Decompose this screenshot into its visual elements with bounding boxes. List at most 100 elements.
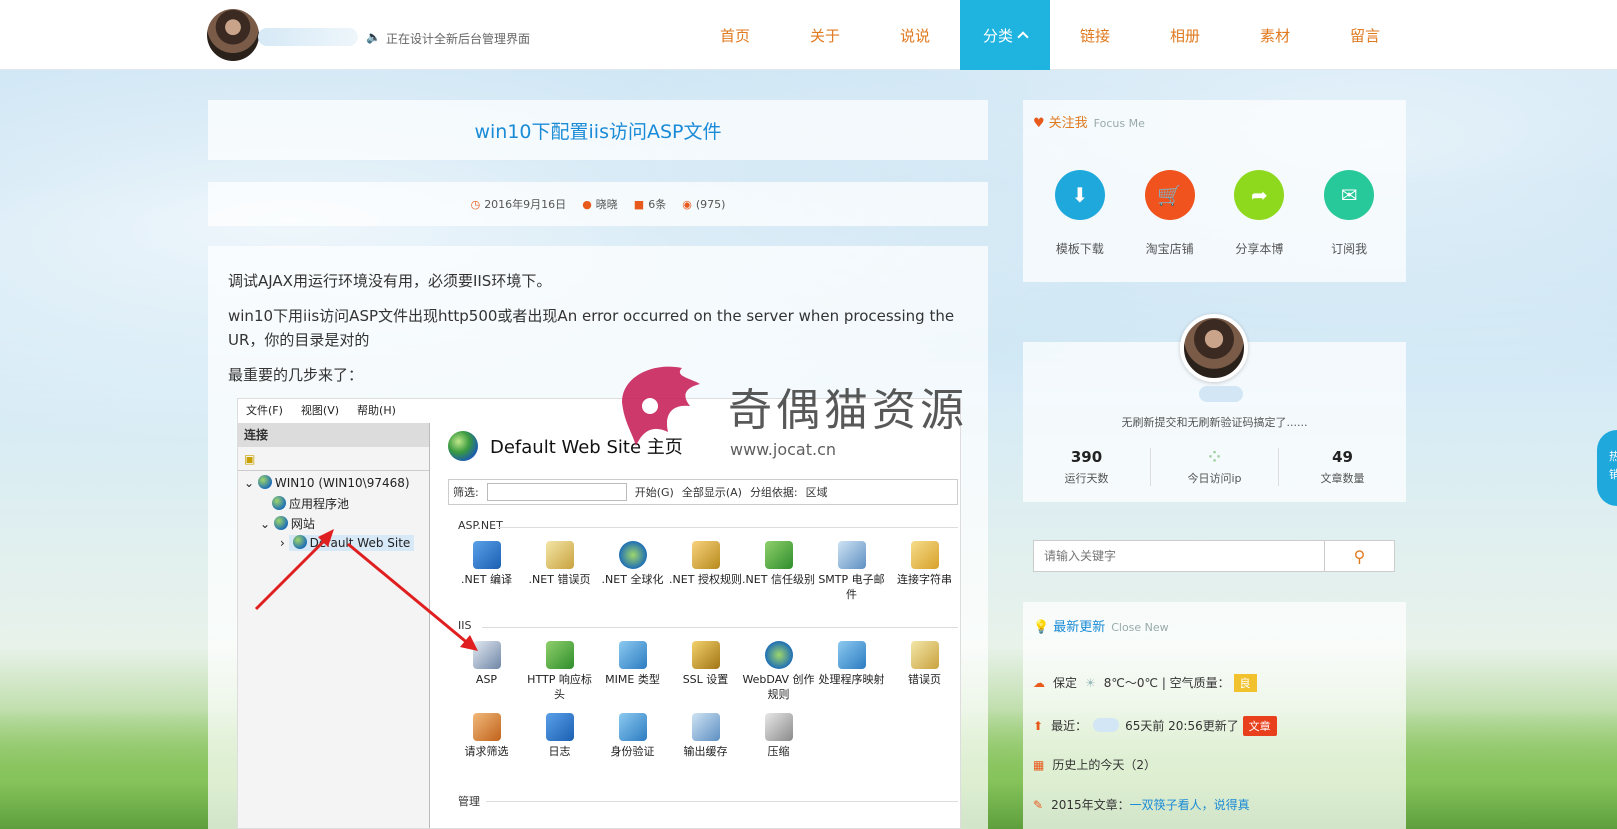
post-meta: ◷ 2016年9月16日 ● 晓晓 ■ 6条 ◉ (975) (208, 182, 988, 226)
post-title[interactable]: win10下配置iis访问ASP文件 (474, 117, 721, 144)
chevron-up-icon (1017, 31, 1029, 43)
search-icon: ⚲ (1353, 546, 1366, 566)
search-input[interactable] (1034, 541, 1324, 571)
eye-icon: ◉ (682, 197, 692, 211)
follow-subtitle: Focus Me (1093, 117, 1145, 130)
stat-visits: ⁘ 今日访问ip (1151, 448, 1279, 486)
calendar-icon: ▦ (1033, 758, 1045, 772)
air-quality-badge: 良 (1233, 674, 1257, 692)
iis-screenshot: 文件(F) 视图(V) 帮助(H) 连接 ▣ ⌄ WIN10 (WIN10\97… (237, 398, 961, 829)
heart-icon: ♥ (1033, 116, 1045, 131)
recent-row: ⬆ 最近： 65天前 20:56更新了 文章 (1033, 716, 1277, 736)
stat-days-num: 390 (1070, 448, 1103, 466)
cloud-icon: ☁ (1033, 676, 1045, 690)
updates-widget: 💡 最新更新 Close New ☁ 保定 ☀ 8℃～0℃ | 空气质量： 良 ⬆ 最近： 6… (1023, 602, 1406, 829)
follow-download[interactable]: ⬇ 模板下载 (1040, 170, 1120, 257)
updates-title: 💡 最新更新 Close New (1033, 616, 1169, 635)
search-button[interactable]: ⚲ (1324, 541, 1394, 571)
post-author[interactable]: ● 晓晓 (582, 196, 618, 212)
recent-badge[interactable]: 文章 (1242, 716, 1277, 736)
post-title-panel: win10下配置iis访问ASP文件 (208, 100, 988, 160)
follow-taobao-label: 淘宝店铺 (1145, 242, 1194, 256)
edit-icon: ✎ (1033, 798, 1044, 812)
follow-title: ♥ 关注我 Focus Me (1033, 112, 1145, 131)
share-icon: ➦ (1234, 170, 1285, 220)
weather-city: 保定 (1053, 676, 1078, 690)
floating-side-tab[interactable]: 热 销 (1597, 430, 1617, 506)
nav-material[interactable]: 素材 (1230, 0, 1320, 70)
stat-days: 390 运行天数 (1023, 448, 1151, 486)
follow-widget: ♥ 关注我 Focus Me ⬇ 模板下载 🛒 淘宝店铺 ➦ 分享本博 ✉ 订阅我 (1023, 100, 1406, 282)
cart-icon: 🛒 (1144, 170, 1195, 220)
paragraph: win10下用iis访问ASP文件出现http500或者出现An error o… (228, 307, 955, 349)
float-tab-line: 热 (1609, 450, 1617, 463)
updates-subtitle: Close New (1111, 621, 1169, 634)
recent-prefix: 最近： (1051, 719, 1088, 733)
post-date-text: 2016年9月16日 (484, 198, 567, 211)
post-comments[interactable]: ■ 6条 (634, 196, 666, 212)
stat-articles: 49 文章数量 (1279, 448, 1406, 486)
follow-subscribe-label: 订阅我 (1331, 242, 1368, 256)
comment-icon: ■ (633, 198, 645, 211)
year-prefix: 2015年文章： (1051, 798, 1130, 812)
follow-title-text: 关注我 (1048, 116, 1088, 131)
history-row[interactable]: ▦ 历史上的今天（2） (1033, 756, 1156, 773)
follow-download-label: 模板下载 (1055, 242, 1104, 256)
watermark-text: 奇偶猫资源 (728, 385, 968, 436)
post-date: ◷ 2016年9月16日 (471, 196, 567, 212)
post-views: ◉ (975) (682, 198, 725, 211)
history-text: 历史上的今天（2） (1052, 758, 1156, 772)
year-row: ✎ 2015年文章：一双筷子看人，说得真 (1033, 796, 1250, 813)
search-box: ⚲ (1033, 540, 1395, 572)
blurred-site-name (258, 28, 358, 46)
float-tab-line: 销 (1609, 467, 1617, 481)
weather-icon: ☀ (1085, 676, 1096, 690)
stat-articles-label: 文章数量 (1320, 472, 1365, 485)
weather-row: ☁ 保定 ☀ 8℃～0℃ | 空气质量： 良 (1033, 674, 1257, 692)
site-avatar[interactable] (207, 9, 259, 61)
nav-category-label: 分类 (982, 26, 1013, 45)
profile-avatar[interactable] (1180, 314, 1248, 382)
arrow-line (347, 542, 471, 647)
follow-share[interactable]: ➦ 分享本博 (1219, 170, 1299, 257)
stat-days-label: 运行天数 (1064, 472, 1109, 485)
top-navbar: 🔈 正在设计全新后台管理界面 首页 关于 说说 分类 链接 相册 素材 留言 (0, 0, 1617, 70)
nav-about[interactable]: 关于 (780, 0, 870, 70)
red-arrows (254, 529, 478, 651)
paragraph: 调试AJAX用运行环境没有用，必须要IIS环境下。 (228, 272, 552, 290)
blurred-profile-name (1199, 386, 1243, 402)
stat-visits-label: 今日访问ip (1187, 472, 1242, 485)
stat-articles-num: 49 (1332, 448, 1353, 466)
bulb-icon: 💡 (1033, 620, 1050, 635)
arrow-line (254, 535, 330, 611)
mail-icon: ✉ (1324, 170, 1375, 220)
download-icon: ⬇ (1054, 170, 1105, 220)
recent-text: 65天前 20:56更新了 (1125, 719, 1239, 733)
follow-icons: ⬇ 模板下载 🛒 淘宝店铺 ➦ 分享本博 ✉ 订阅我 (1023, 170, 1406, 257)
arrow-up-icon: ⬆ (1033, 719, 1044, 733)
nav-album[interactable]: 相册 (1140, 0, 1230, 70)
nav-home[interactable]: 首页 (690, 0, 780, 70)
follow-subscribe[interactable]: ✉ 订阅我 (1309, 170, 1389, 257)
post-author-text: 晓晓 (595, 198, 618, 211)
watermark-logo (622, 366, 700, 446)
blurred-name (1093, 718, 1120, 732)
clock-icon: ◷ (470, 198, 481, 211)
main-nav: 首页 关于 说说 分类 链接 相册 素材 留言 (690, 0, 1410, 70)
follow-taobao[interactable]: 🛒 淘宝店铺 (1130, 170, 1210, 257)
profile-stats: 390 运行天数 ⁘ 今日访问ip 49 文章数量 (1023, 448, 1406, 486)
watermark-url: www.jocat.cn (730, 440, 837, 459)
year-link[interactable]: 一双筷子看人，说得真 (1130, 798, 1250, 812)
user-icon: ● (582, 198, 592, 211)
updates-title-text: 最新更新 (1053, 620, 1106, 635)
nav-links[interactable]: 链接 (1050, 0, 1140, 70)
weather-temp: 8℃～0℃ | 空气质量： (1103, 676, 1230, 690)
notice-text: 正在设计全新后台管理界面 (386, 32, 531, 46)
post-views-text: (975) (695, 197, 726, 211)
nav-talk[interactable]: 说说 (870, 0, 960, 70)
loading-spinner-icon: ⁘ (1208, 448, 1221, 466)
nav-message[interactable]: 留言 (1320, 0, 1410, 70)
profile-description: 无刷新提交和无刷新验证码搞定了...... (1121, 416, 1308, 429)
follow-share-label: 分享本博 (1235, 242, 1284, 256)
nav-category[interactable]: 分类 (960, 0, 1050, 70)
